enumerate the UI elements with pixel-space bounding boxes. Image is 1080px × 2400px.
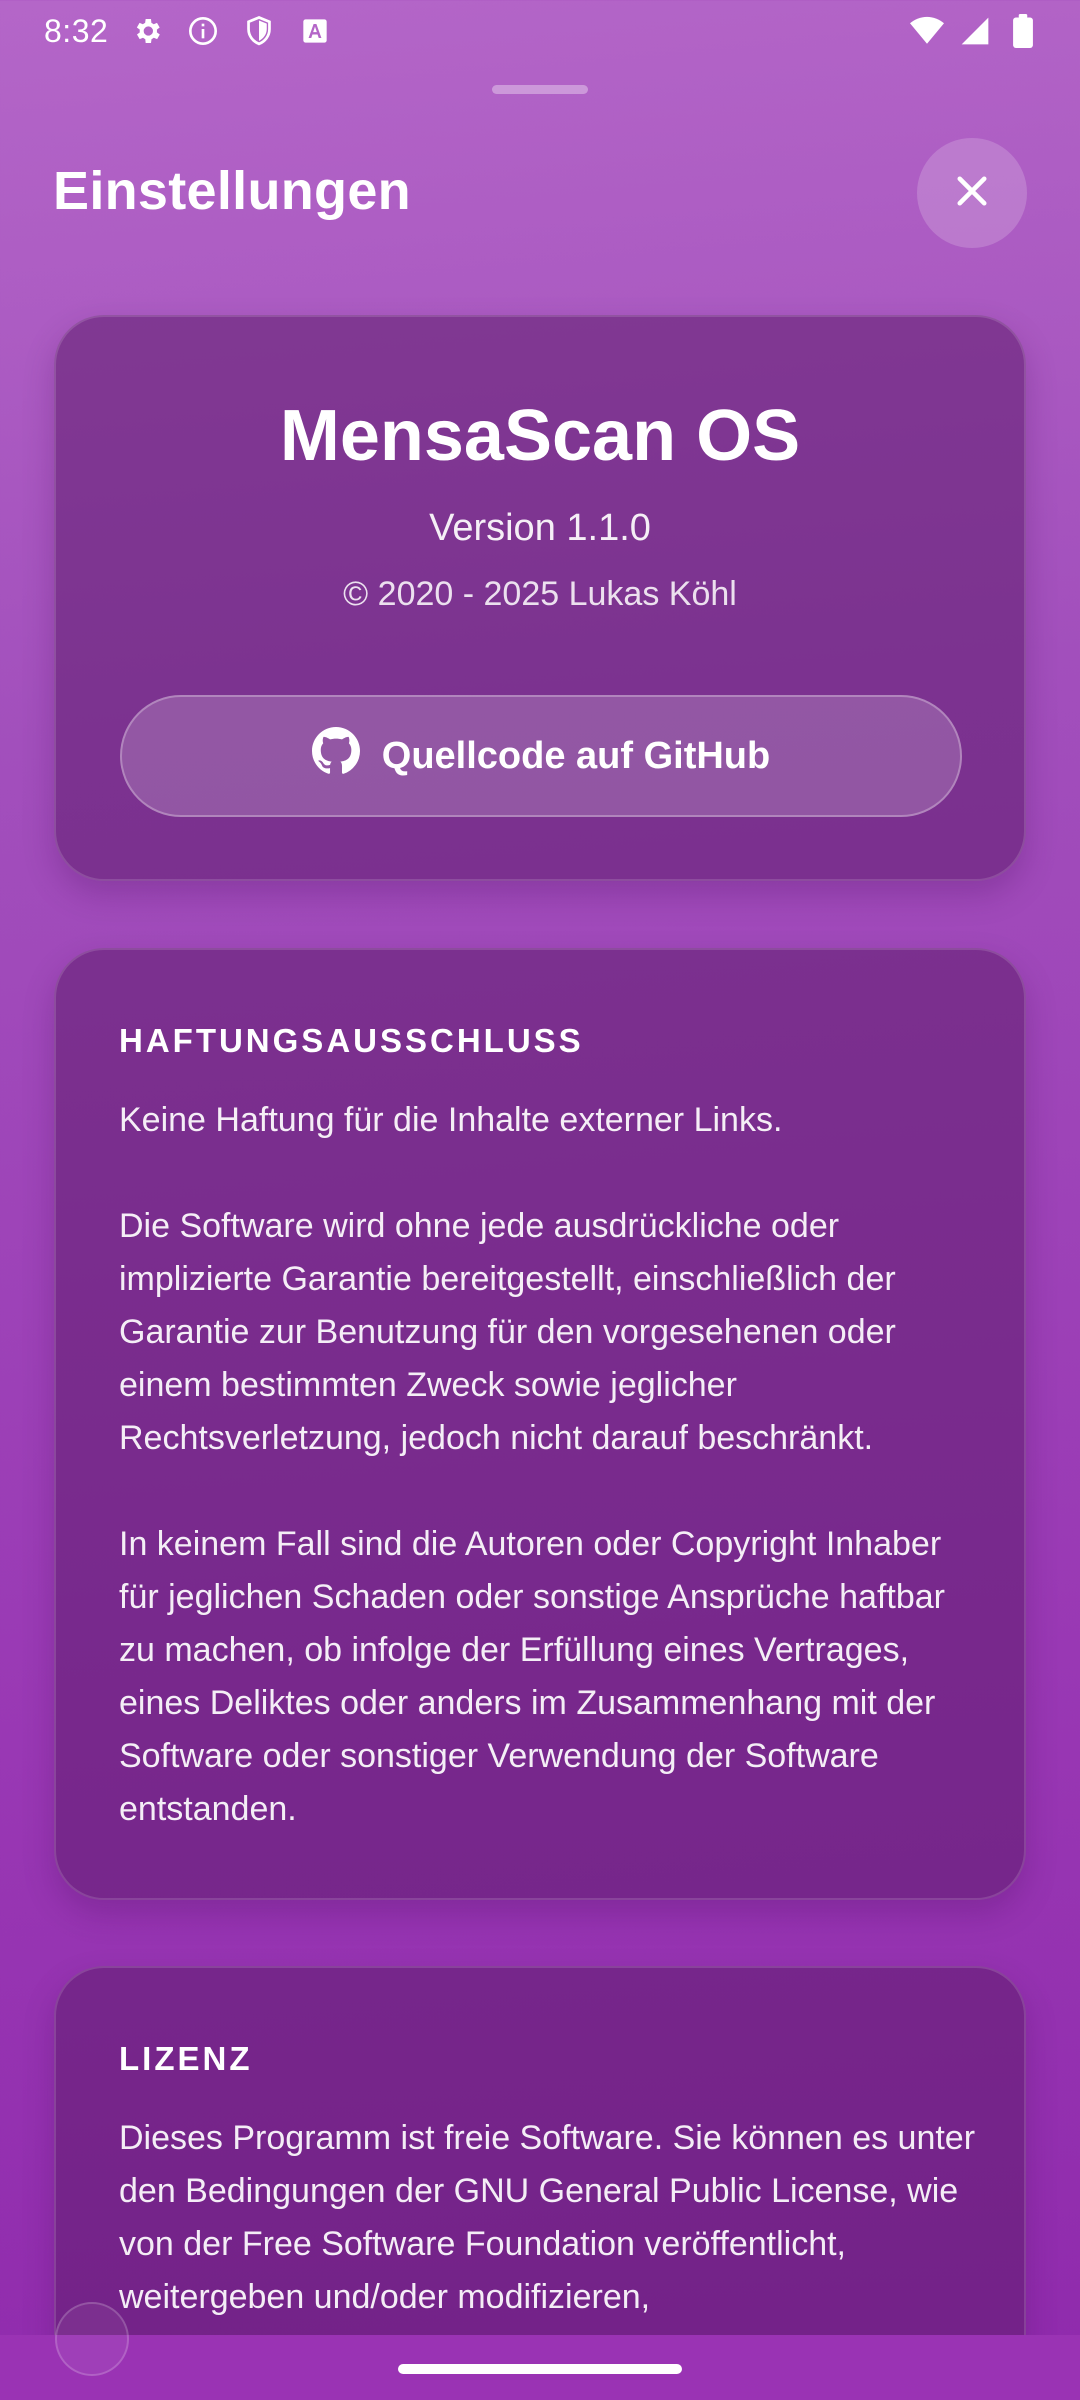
- status-bar-left: 8:32: [44, 13, 332, 50]
- signal-icon: [958, 14, 992, 48]
- battery-icon: [1006, 14, 1040, 48]
- license-title: LIZENZ: [119, 2040, 253, 2077]
- github-source-button[interactable]: Quellcode auf GitHub: [120, 695, 962, 817]
- license-body: Dieses Programm ist freie Software. Sie …: [119, 2119, 976, 2316]
- status-bar-right: [910, 14, 1040, 48]
- disclaimer-title: HAFTUNGSAUSSCHLUSS: [119, 1022, 584, 1059]
- app-copyright: © 2020 - 2025 Lukas Köhl: [343, 575, 737, 613]
- font-a-icon: [298, 14, 332, 48]
- close-button[interactable]: [917, 138, 1027, 248]
- close-icon: [951, 170, 993, 217]
- status-time: 8:32: [44, 12, 109, 49]
- app-version: Version 1.1.0: [429, 507, 651, 549]
- github-button-label: Quellcode auf GitHub: [381, 734, 771, 777]
- disclaimer-paragraph: Keine Haftung für die Inhalte externer L…: [119, 1101, 783, 1139]
- disclaimer-paragraph: In keinem Fall sind die Autoren oder Cop…: [119, 1525, 945, 1828]
- app-info-card: MensaScan OS Version 1.1.0 © 2020 - 2025…: [54, 315, 1026, 881]
- sheet-drag-handle[interactable]: [492, 85, 588, 94]
- shield-icon: [242, 14, 276, 48]
- page-title: Einstellungen: [53, 161, 411, 221]
- disclaimer-card: HAFTUNGSAUSSCHLUSS Keine Haftung für die…: [54, 948, 1026, 1900]
- floating-circle-button[interactable]: [55, 2302, 129, 2376]
- gear-icon: [130, 14, 164, 48]
- disclaimer-paragraph: Die Software wird ohne jede ausdrücklich…: [119, 1207, 896, 1457]
- wifi-icon: [910, 14, 944, 48]
- disclaimer-body: Keine Haftung für die Inhalte externer L…: [119, 1094, 979, 1836]
- github-icon: [311, 727, 360, 785]
- app-name: MensaScan OS: [279, 396, 801, 476]
- info-circle-icon: [186, 14, 220, 48]
- status-bar: 8:32: [0, 0, 1080, 62]
- gesture-navigation-bar[interactable]: [398, 2364, 682, 2374]
